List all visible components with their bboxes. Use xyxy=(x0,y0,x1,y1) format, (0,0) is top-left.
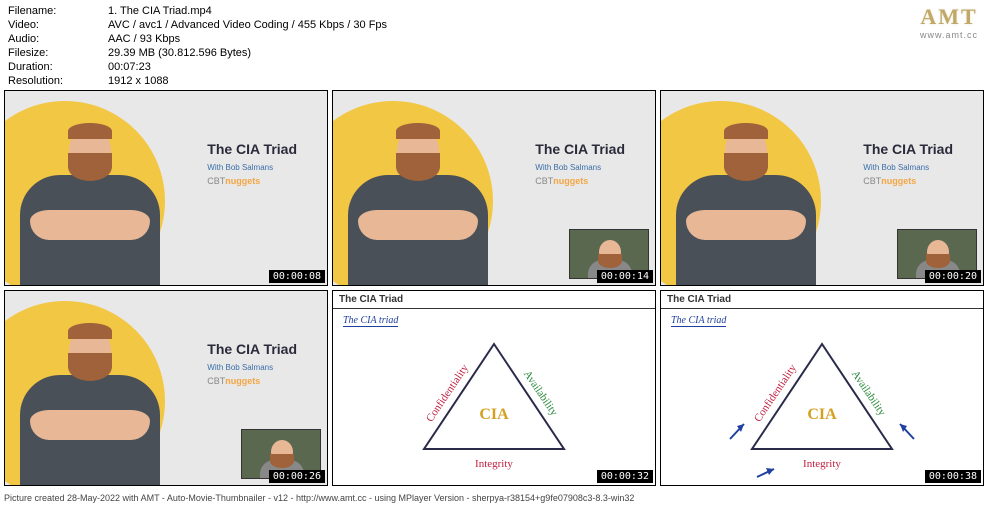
thumbnail-grid: The CIA Triad With Bob Salmans CBTnugget… xyxy=(0,90,988,486)
meta-value: 1912 x 1088 xyxy=(108,74,169,88)
presenter-figure xyxy=(15,315,165,485)
slide-title-block: The CIA Triad With Bob Salmans CBTnugget… xyxy=(207,341,297,386)
handwritten-title: The CIA triad xyxy=(671,315,726,327)
svg-text:Integrity: Integrity xyxy=(475,458,513,470)
meta-value: AVC / avc1 / Advanced Video Coding / 455… xyxy=(108,18,387,32)
slide-title-block: The CIA Triad With Bob Salmans CBTnugget… xyxy=(535,141,625,186)
slide-title: The CIA Triad xyxy=(535,141,625,157)
slide-title: The CIA Triad xyxy=(207,141,297,157)
slide-subtitle: With Bob Salmans xyxy=(207,163,297,172)
slide-background: The CIA Triad With Bob Salmans CBTnugget… xyxy=(5,291,327,485)
cbt-nuggets-logo: CBTnuggets xyxy=(863,176,953,186)
slide-subtitle: With Bob Salmans xyxy=(863,163,953,172)
footer-credits: Picture created 28-May-2022 with AMT - A… xyxy=(0,490,988,506)
meta-row-filename: Filename: 1. The CIA Triad.mp4 xyxy=(8,4,980,18)
svg-text:Integrity: Integrity xyxy=(803,458,841,470)
slide-subtitle: With Bob Salmans xyxy=(207,363,297,372)
meta-label: Filename: xyxy=(8,4,108,18)
cia-triangle-icon: CIA Confidentiality Availability Integri… xyxy=(712,329,932,484)
meta-row-audio: Audio: AAC / 93 Kbps xyxy=(8,32,980,46)
meta-row-filesize: Filesize: 29.39 MB (30.812.596 Bytes) xyxy=(8,46,980,60)
cia-triangle-icon: CIA Confidentiality Availability Integri… xyxy=(394,329,594,479)
thumbnail[interactable]: The CIA Triad With Bob Salmans CBTnugget… xyxy=(660,90,984,286)
amt-logo: AMT www.amt.cc xyxy=(920,4,978,40)
handwritten-title: The CIA triad xyxy=(343,315,398,327)
cbt-nuggets-logo: CBTnuggets xyxy=(207,376,297,386)
timestamp-badge: 00:00:20 xyxy=(925,270,981,283)
timestamp-badge: 00:00:14 xyxy=(597,270,653,283)
slide-title-block: The CIA Triad With Bob Salmans CBTnugget… xyxy=(207,141,297,186)
presenter-figure xyxy=(671,115,821,285)
svg-text:CIA: CIA xyxy=(479,406,509,423)
meta-row-video: Video: AVC / avc1 / Advanced Video Codin… xyxy=(8,18,980,32)
slide-title: The CIA Triad xyxy=(207,341,297,357)
meta-value: AAC / 93 Kbps xyxy=(108,32,180,46)
meta-value: 00:07:23 xyxy=(108,60,151,74)
presenter-figure xyxy=(343,115,493,285)
whiteboard-title-bar: The CIA Triad xyxy=(661,291,983,309)
cbt-nuggets-logo: CBTnuggets xyxy=(535,176,625,186)
metadata-header: Filename: 1. The CIA Triad.mp4 Video: AV… xyxy=(0,0,988,90)
timestamp-badge: 00:00:08 xyxy=(269,270,325,283)
svg-text:CIA: CIA xyxy=(807,406,837,423)
whiteboard-title-bar: The CIA Triad xyxy=(333,291,655,309)
thumbnail[interactable]: The CIA Triad The CIA triad CIA Confiden… xyxy=(660,290,984,486)
slide-subtitle: With Bob Salmans xyxy=(535,163,625,172)
meta-value: 29.39 MB (30.812.596 Bytes) xyxy=(108,46,251,60)
slide-background: The CIA Triad With Bob Salmans CBTnugget… xyxy=(5,91,327,285)
meta-row-duration: Duration: 00:07:23 xyxy=(8,60,980,74)
cbt-nuggets-logo: CBTnuggets xyxy=(207,176,297,186)
thumbnail[interactable]: The CIA Triad With Bob Salmans CBTnugget… xyxy=(4,90,328,286)
meta-value: 1. The CIA Triad.mp4 xyxy=(108,4,212,18)
slide-title: The CIA Triad xyxy=(863,141,953,157)
meta-label: Video: xyxy=(8,18,108,32)
timestamp-badge: 00:00:26 xyxy=(269,470,325,483)
thumbnail[interactable]: The CIA Triad With Bob Salmans CBTnugget… xyxy=(332,90,656,286)
meta-label: Resolution: xyxy=(8,74,108,88)
meta-label: Filesize: xyxy=(8,46,108,60)
logo-url: www.amt.cc xyxy=(920,30,978,40)
timestamp-badge: 00:00:38 xyxy=(925,470,981,483)
presenter-figure xyxy=(15,115,165,285)
meta-label: Duration: xyxy=(8,60,108,74)
logo-text: AMT xyxy=(920,4,978,30)
slide-title-block: The CIA Triad With Bob Salmans CBTnugget… xyxy=(863,141,953,186)
whiteboard-slide: The CIA Triad The CIA triad CIA Confiden… xyxy=(333,291,655,485)
slide-background: The CIA Triad With Bob Salmans CBTnugget… xyxy=(333,91,655,285)
meta-row-resolution: Resolution: 1912 x 1088 xyxy=(8,74,980,88)
thumbnail[interactable]: The CIA Triad The CIA triad CIA Confiden… xyxy=(332,290,656,486)
whiteboard-slide: The CIA Triad The CIA triad CIA Confiden… xyxy=(661,291,983,485)
timestamp-badge: 00:00:32 xyxy=(597,470,653,483)
slide-background: The CIA Triad With Bob Salmans CBTnugget… xyxy=(661,91,983,285)
meta-label: Audio: xyxy=(8,32,108,46)
thumbnail[interactable]: The CIA Triad With Bob Salmans CBTnugget… xyxy=(4,290,328,486)
